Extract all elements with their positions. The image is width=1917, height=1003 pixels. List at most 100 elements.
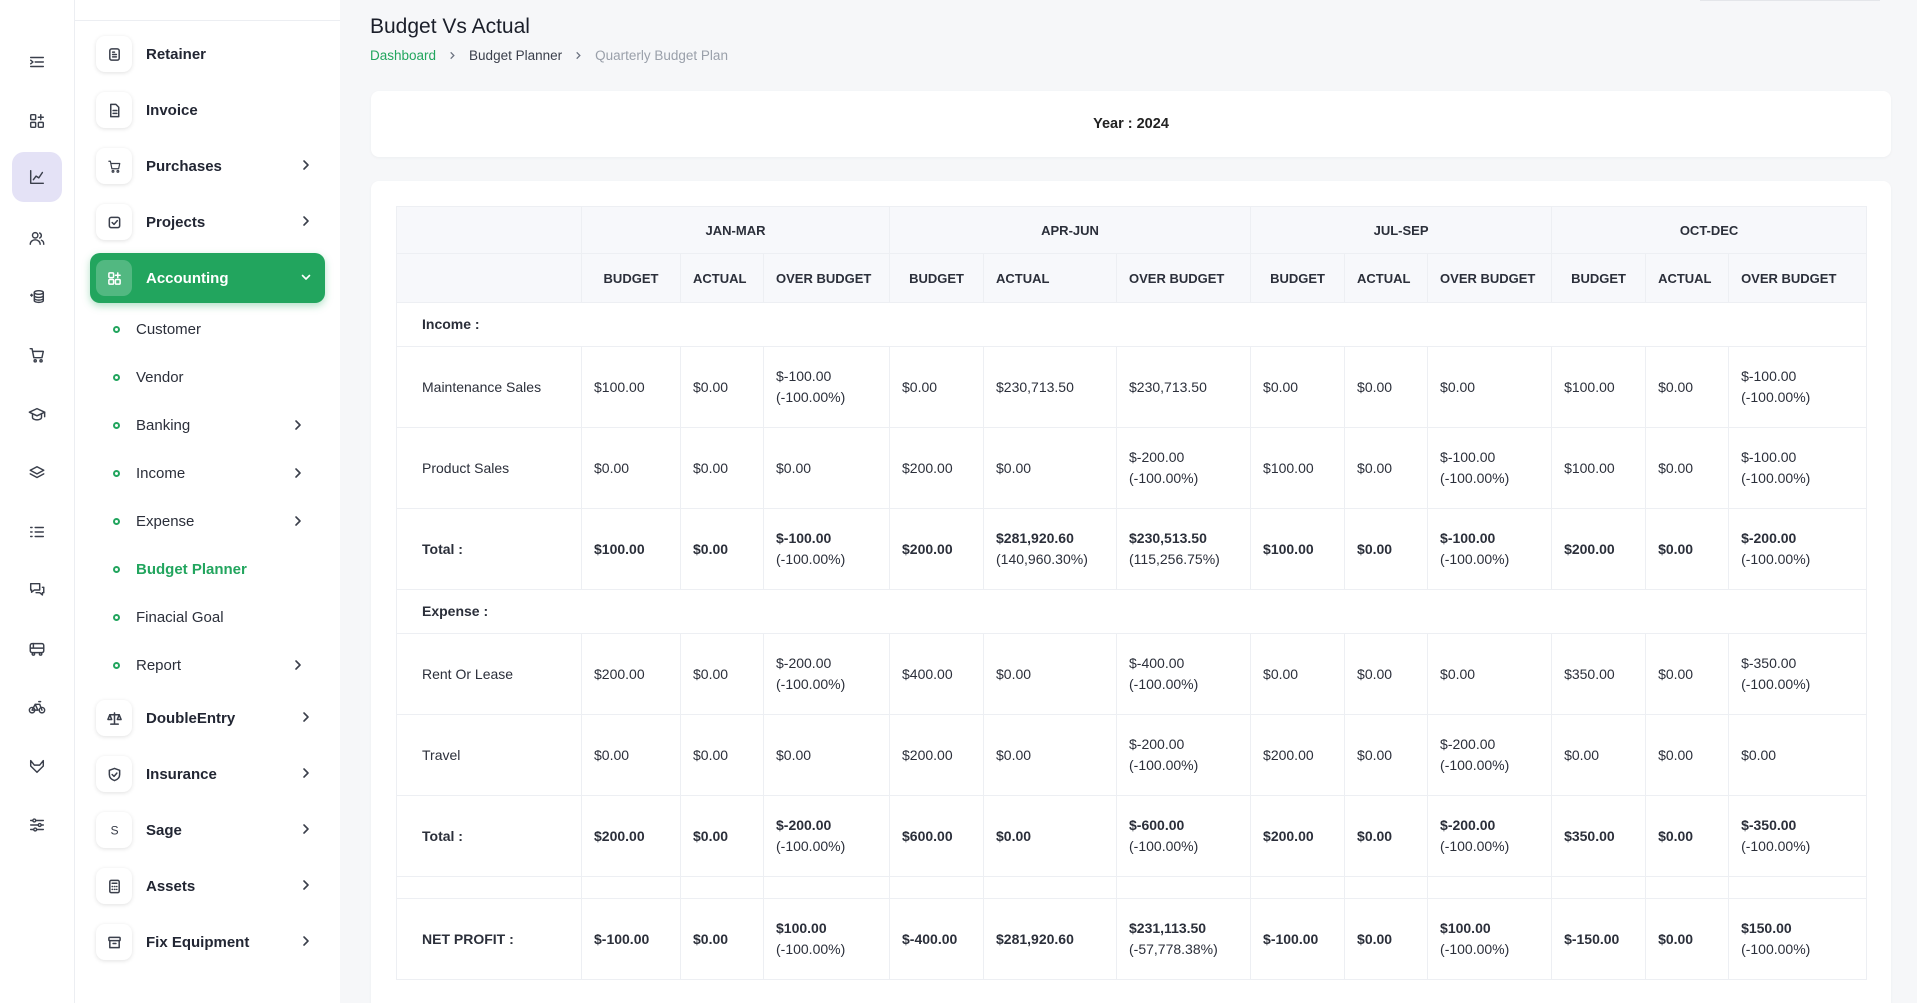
cell-value: $0.00 bbox=[1263, 378, 1299, 395]
cell-value: $-100.00 bbox=[776, 530, 832, 546]
sidebar-subitem-report[interactable]: Report bbox=[113, 647, 325, 683]
cell-value: $-200.00 bbox=[1741, 530, 1797, 546]
table-cell: $0.00 bbox=[1344, 508, 1429, 590]
rail-item-truck[interactable] bbox=[12, 624, 62, 674]
cell-value: $0.00 bbox=[1440, 665, 1476, 682]
chevron-right-icon bbox=[291, 418, 305, 432]
sidebar-subitem-finacial-goal[interactable]: Finacial Goal bbox=[113, 599, 325, 635]
cell-value: $0.00 bbox=[594, 459, 630, 476]
cell-percent: (-100.00%) bbox=[1129, 838, 1199, 854]
breadcrumb-chevron-icon bbox=[576, 51, 581, 60]
table-cell: $230,713.50 bbox=[1116, 346, 1252, 428]
table-cell: $350.00 bbox=[1551, 795, 1647, 877]
rail-item-fox[interactable] bbox=[12, 741, 62, 791]
bullet-icon bbox=[113, 469, 120, 477]
sidebar-subitem-budget-planner[interactable]: Budget Planner bbox=[113, 551, 325, 587]
section-header-row: Expense : bbox=[395, 589, 1868, 634]
cell-value: $281,920.60 bbox=[996, 930, 1074, 947]
rail-item-money-stack[interactable] bbox=[12, 272, 62, 322]
bullet-icon bbox=[113, 661, 120, 669]
table-cell: $0.00 bbox=[1645, 795, 1730, 877]
rail-item-chat[interactable] bbox=[12, 565, 62, 615]
sidebar-menu: Retainer Invoice Purchases Projects Accounti… bbox=[75, 0, 340, 1003]
chevron-right-icon bbox=[291, 466, 305, 480]
sidebar-item-accounting[interactable]: Accounting bbox=[90, 253, 325, 303]
sidebar-subitem-income[interactable]: Income bbox=[113, 455, 325, 491]
rail-item-bicycle[interactable] bbox=[12, 682, 62, 732]
table-corner-header bbox=[396, 253, 582, 303]
cell-value: $0.00 bbox=[776, 459, 812, 476]
cell-percent: (-100.00%) bbox=[1440, 757, 1510, 773]
cell-percent: (-100.00%) bbox=[1129, 757, 1199, 773]
sidebar-subitem-expense[interactable]: Expense bbox=[113, 503, 325, 539]
sidebar-subitem-vendor[interactable]: Vendor bbox=[113, 359, 325, 395]
quarter-header: JAN-MAR bbox=[580, 206, 891, 254]
year-card: Year : 2024 bbox=[371, 91, 1891, 157]
sidebar-item-label: Retainer bbox=[146, 45, 207, 63]
cell-value: $0.00 bbox=[693, 746, 729, 763]
cell-value: $281,920.60 bbox=[996, 530, 1074, 546]
users-icon bbox=[28, 229, 46, 247]
cell-value: $0.00 bbox=[1658, 665, 1694, 682]
table-cell: $100.00 bbox=[1250, 508, 1346, 590]
budget-table-card: JAN-MAR APR-JUN JUL-SEP OCT-DEC BUDGET ACTUAL… bbox=[371, 181, 1891, 1003]
bullet-icon bbox=[113, 421, 120, 429]
sidebar-item-doubleentry[interactable]: DoubleEntry bbox=[90, 693, 325, 743]
table-cell: $0.00 bbox=[762, 427, 891, 509]
sidebar-subitem-banking[interactable]: Banking bbox=[113, 407, 325, 443]
column-header: OVER BUDGET bbox=[762, 253, 891, 303]
table-cell: $281,920.60 bbox=[983, 898, 1118, 980]
cell-value: $0.00 bbox=[693, 378, 729, 395]
rail-item-checklist[interactable] bbox=[12, 507, 62, 557]
rail-item-chart-line[interactable] bbox=[12, 152, 62, 202]
table-cell bbox=[1551, 876, 1647, 899]
cell-value: $-100.00 bbox=[1741, 449, 1797, 465]
cell-value: $-100.00 bbox=[594, 930, 650, 947]
sidebar-item-insurance[interactable]: Insurance bbox=[90, 749, 325, 799]
cell-value: $200.00 bbox=[594, 665, 645, 682]
rail-item-dashboard[interactable] bbox=[12, 96, 62, 146]
table-cell: $200.00 bbox=[581, 633, 681, 715]
sidebar-item-assets[interactable]: Assets bbox=[90, 861, 325, 911]
rail-item-collapse-menu[interactable] bbox=[12, 37, 62, 87]
cell-value: $-600.00 bbox=[1129, 817, 1185, 833]
breadcrumb-dashboard-link[interactable]: Dashboard bbox=[370, 48, 436, 63]
table-corner-header bbox=[396, 206, 582, 254]
sidebar-item-label: Sage bbox=[146, 821, 182, 839]
breadcrumb-budget-planner-link[interactable]: Budget Planner bbox=[469, 48, 562, 63]
cell-value: $0.00 bbox=[1357, 746, 1393, 763]
section-header-row: Income : bbox=[395, 302, 1868, 347]
rail-item-users[interactable] bbox=[12, 213, 62, 263]
svg-text:S: S bbox=[110, 823, 118, 837]
cell-value: $0.00 bbox=[1658, 746, 1694, 763]
table-cell: $0.00 bbox=[1645, 427, 1730, 509]
sidebar-item-invoice[interactable]: Invoice bbox=[90, 85, 325, 135]
rail-item-cart[interactable] bbox=[12, 330, 62, 380]
table-cell: $-100.00 bbox=[1250, 898, 1346, 980]
table-cell: $-350.00 (-100.00%) bbox=[1728, 795, 1868, 877]
cell-value: $230,513.50 bbox=[1129, 530, 1207, 546]
sidebar-item-label: Assets bbox=[146, 877, 196, 895]
rail-item-graduation-cap[interactable] bbox=[12, 389, 62, 439]
table-cell: $0.00 bbox=[1344, 795, 1429, 877]
total-row: Total : $100.00 $0.00 $-100.00 (-100.00%) $20… bbox=[396, 508, 1868, 590]
table-cell: $0.00 bbox=[1427, 346, 1553, 428]
sidebar-item-sage[interactable]: S Sage bbox=[90, 805, 325, 855]
cell-value: $350.00 bbox=[1564, 827, 1615, 844]
sidebar-subitem-label: Expense bbox=[136, 512, 195, 530]
table-cell: $200.00 bbox=[889, 427, 985, 509]
sidebar-item-purchases[interactable]: Purchases bbox=[90, 141, 325, 191]
rail-item-sliders[interactable] bbox=[12, 800, 62, 850]
sage-s-icon: S bbox=[96, 812, 132, 848]
breadcrumb-chevron-icon bbox=[450, 51, 455, 60]
sidebar-item-projects[interactable]: Projects bbox=[90, 197, 325, 247]
rail-item-layers[interactable] bbox=[12, 448, 62, 498]
table-cell bbox=[983, 876, 1118, 899]
cell-value: $0.00 bbox=[1440, 378, 1476, 395]
sidebar-item-fix-equipment[interactable]: Fix Equipment bbox=[90, 917, 325, 967]
sidebar-subitem-customer[interactable]: Customer bbox=[113, 311, 325, 347]
table-cell: $0.00 bbox=[680, 898, 764, 980]
bullet-icon bbox=[113, 613, 120, 621]
sidebar-item-retainer[interactable]: Retainer bbox=[90, 29, 325, 79]
cell-value: $0.00 bbox=[1658, 459, 1694, 476]
